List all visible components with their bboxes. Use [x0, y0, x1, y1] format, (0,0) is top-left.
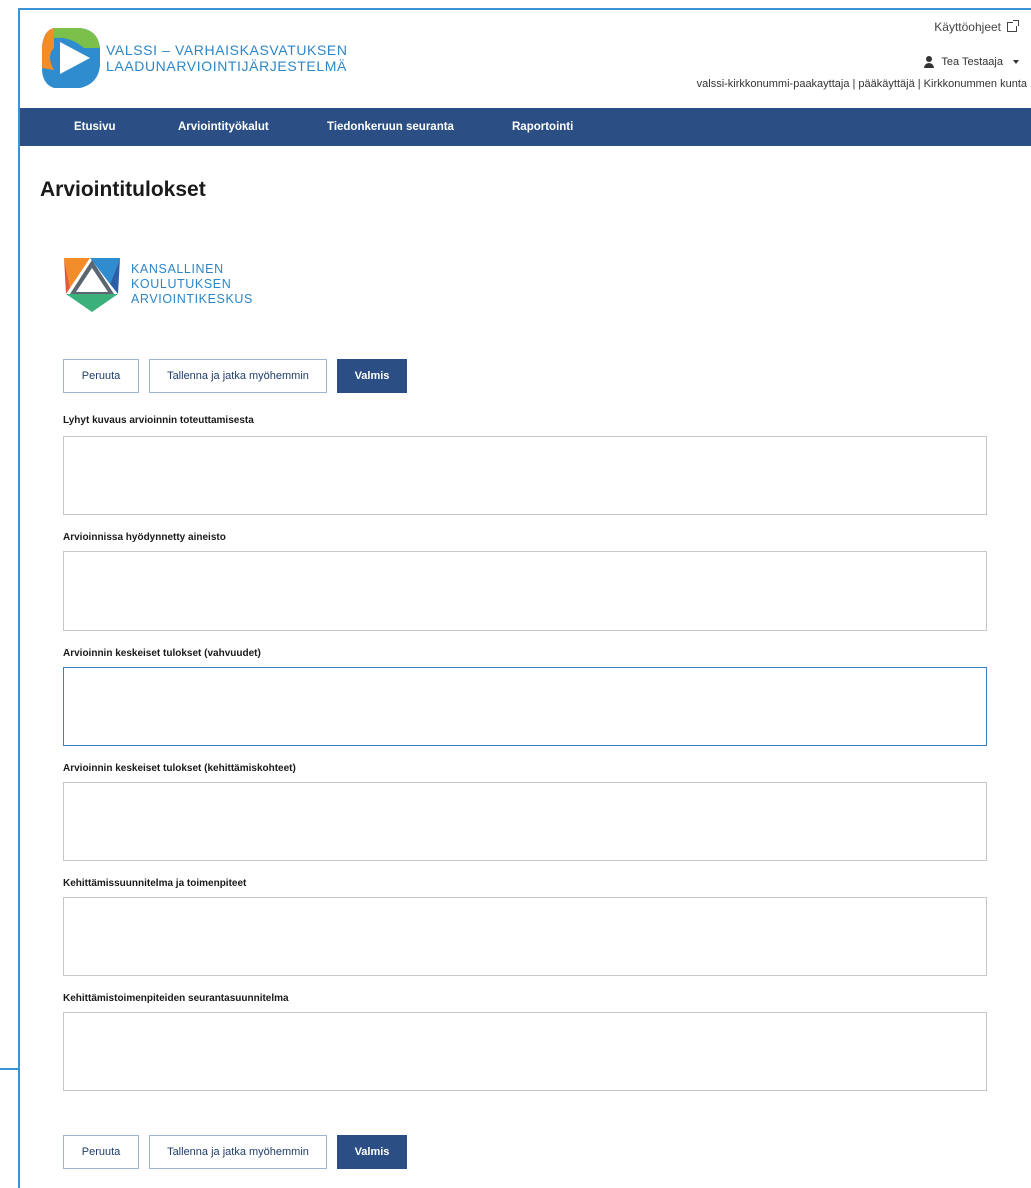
nav-item-raportointi[interactable]: Raportointi	[512, 108, 573, 146]
kehittamiskohteet-textarea[interactable]	[63, 782, 987, 861]
page-frame-stub	[0, 1068, 18, 1070]
user-icon	[923, 56, 935, 68]
seurantasuunnitelma-textarea[interactable]	[63, 1012, 987, 1091]
karvi-line-3: ARVIOINTIKESKUS	[131, 292, 253, 306]
help-link-label: Käyttöohjeet	[934, 20, 1001, 34]
vahvuudet-textarea[interactable]	[63, 667, 987, 746]
done-button-bottom[interactable]: Valmis	[337, 1135, 407, 1169]
brand-line-2: LAADUNARVIOINTIJÄRJESTELMÄ	[106, 58, 347, 74]
field-label-kehittamissuunnitelma: Kehittämissuunnitelma ja toimenpiteet	[63, 878, 247, 889]
valssi-logo-icon[interactable]	[40, 26, 102, 90]
page-title: Arviointitulokset	[40, 178, 206, 201]
cancel-button-bottom[interactable]: Peruuta	[63, 1135, 139, 1169]
user-name: Tea Testaaja	[941, 56, 1003, 68]
kehittamissuunnitelma-textarea[interactable]	[63, 897, 987, 976]
field-label-kehittamiskohteet: Arvioinnin keskeiset tulokset (kehittämi…	[63, 763, 296, 774]
kuvaus-textarea[interactable]	[63, 436, 987, 515]
field-label-kuvaus: Lyhyt kuvaus arvioinnin toteuttamisesta	[63, 415, 254, 426]
karvi-line-1: KANSALLINEN	[131, 262, 224, 276]
cancel-button-top[interactable]: Peruuta	[63, 359, 139, 393]
karvi-line-2: KOULUTUKSEN	[131, 277, 232, 291]
page-frame-top	[18, 8, 1031, 10]
save-later-button-bottom[interactable]: Tallenna ja jatka myöhemmin	[149, 1135, 327, 1169]
field-label-vahvuudet: Arvioinnin keskeiset tulokset (vahvuudet…	[63, 648, 261, 659]
save-later-button-top[interactable]: Tallenna ja jatka myöhemmin	[149, 359, 327, 393]
main-navigation: Etusivu Arviointityökalut Tiedonkeruun s…	[20, 108, 1031, 146]
user-role-line: valssi-kirkkonummi-paakayttaja | pääkäyt…	[696, 78, 1027, 90]
field-label-aineisto: Arvioinnissa hyödynnetty aineisto	[63, 532, 226, 543]
help-link[interactable]: Käyttöohjeet	[934, 20, 1019, 34]
page-frame-left	[18, 8, 20, 1188]
nav-item-etusivu[interactable]: Etusivu	[74, 108, 116, 146]
brand-name: VALSSI – VARHAISKASVATUKSEN LAADUNARVIOI…	[106, 42, 348, 74]
chevron-down-icon	[1013, 60, 1019, 64]
brand-line-1: VALSSI – VARHAISKASVATUKSEN	[106, 42, 348, 58]
nav-item-arviointityokalut[interactable]: Arviointityökalut	[178, 108, 269, 146]
karvi-name: KANSALLINEN KOULUTUKSEN ARVIOINTIKESKUS	[131, 262, 253, 307]
aineisto-textarea[interactable]	[63, 551, 987, 631]
karvi-logo-icon	[64, 258, 120, 312]
nav-item-tiedonkeruun-seuranta[interactable]: Tiedonkeruun seuranta	[327, 108, 454, 146]
done-button-top[interactable]: Valmis	[337, 359, 407, 393]
external-link-icon	[1007, 20, 1019, 32]
field-label-seurantasuunnitelma: Kehittämistoimenpiteiden seurantasuunnit…	[63, 993, 289, 1004]
user-menu[interactable]: Tea Testaaja	[923, 56, 1019, 68]
